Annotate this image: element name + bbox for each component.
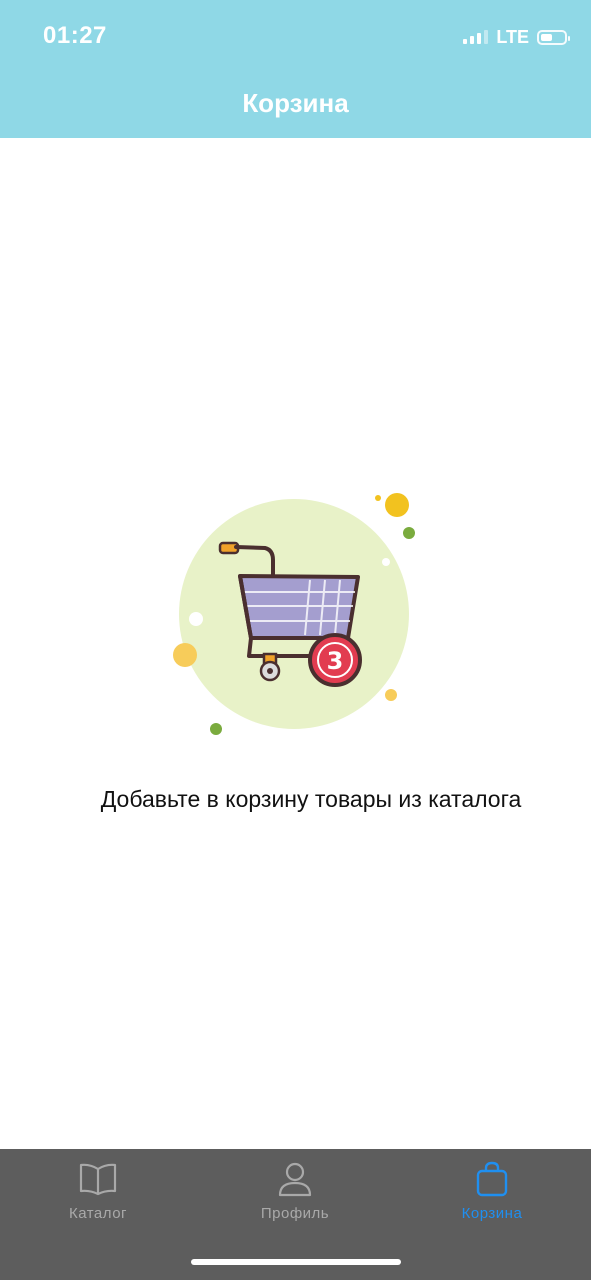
tab-bar: Каталог Профиль Корзина [0, 1149, 591, 1280]
shopping-cart-icon: 3 [173, 493, 415, 735]
tab-cart-label: Корзина [461, 1205, 523, 1222]
tab-profile-label: Профиль [260, 1205, 330, 1222]
empty-cart-illustration: 3 [160, 480, 430, 750]
battery-icon [537, 29, 570, 45]
tab-catalog-label: Каталог [68, 1205, 128, 1222]
empty-cart-message: Добавьте в корзину товары из каталога [100, 786, 522, 812]
tab-cart[interactable]: Корзина [417, 1161, 567, 1231]
book-icon [79, 1163, 117, 1196]
header-bar: 01:27 LTE Корзина [0, 0, 591, 138]
home-indicator[interactable] [191, 1259, 401, 1265]
tab-profile[interactable]: Профиль [220, 1161, 370, 1231]
cart-count-badge: 3 [327, 647, 344, 675]
person-icon [278, 1162, 312, 1197]
battery-level [541, 33, 552, 41]
network-type: LTE [496, 26, 529, 47]
status-time: 01:27 [43, 22, 107, 49]
bag-icon [476, 1161, 508, 1197]
page-title: Корзина [242, 88, 349, 118]
status-indicators: LTE [463, 24, 570, 50]
signal-bars-icon [463, 30, 489, 44]
tab-catalog[interactable]: Каталог [23, 1161, 173, 1231]
